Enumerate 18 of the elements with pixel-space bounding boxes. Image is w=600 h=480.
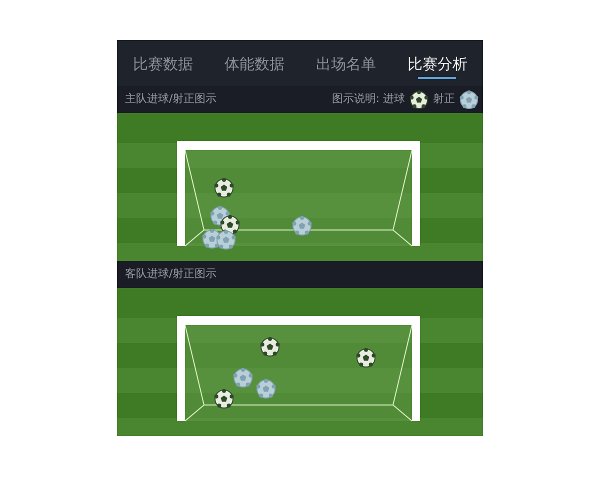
soccer-ball-icon xyxy=(260,336,280,356)
faded-ball-icon xyxy=(292,216,312,236)
tab[interactable]: 比赛数据 xyxy=(117,44,208,82)
faded-ball-icon xyxy=(233,368,253,388)
faded-ball-icon xyxy=(216,230,236,250)
legend-label: 射正 xyxy=(433,91,455,108)
soccer-ball-icon xyxy=(214,388,234,408)
legend-label: 图示说明: 进球 xyxy=(332,91,405,108)
faded-ball-icon xyxy=(256,378,276,398)
soccer-ball-icon xyxy=(356,348,376,368)
faded-ball-icon xyxy=(460,90,478,108)
soccer-ball-icon xyxy=(410,90,428,108)
tab[interactable]: 出场名单 xyxy=(300,44,392,82)
section-title: 主队进球/射正图示 xyxy=(125,91,217,108)
tab[interactable]: 体能数据 xyxy=(208,44,300,82)
section-title: 客队进球/射正图示 xyxy=(125,266,217,282)
tab[interactable]: 比赛分析 xyxy=(392,44,483,82)
soccer-ball-icon xyxy=(214,178,234,198)
